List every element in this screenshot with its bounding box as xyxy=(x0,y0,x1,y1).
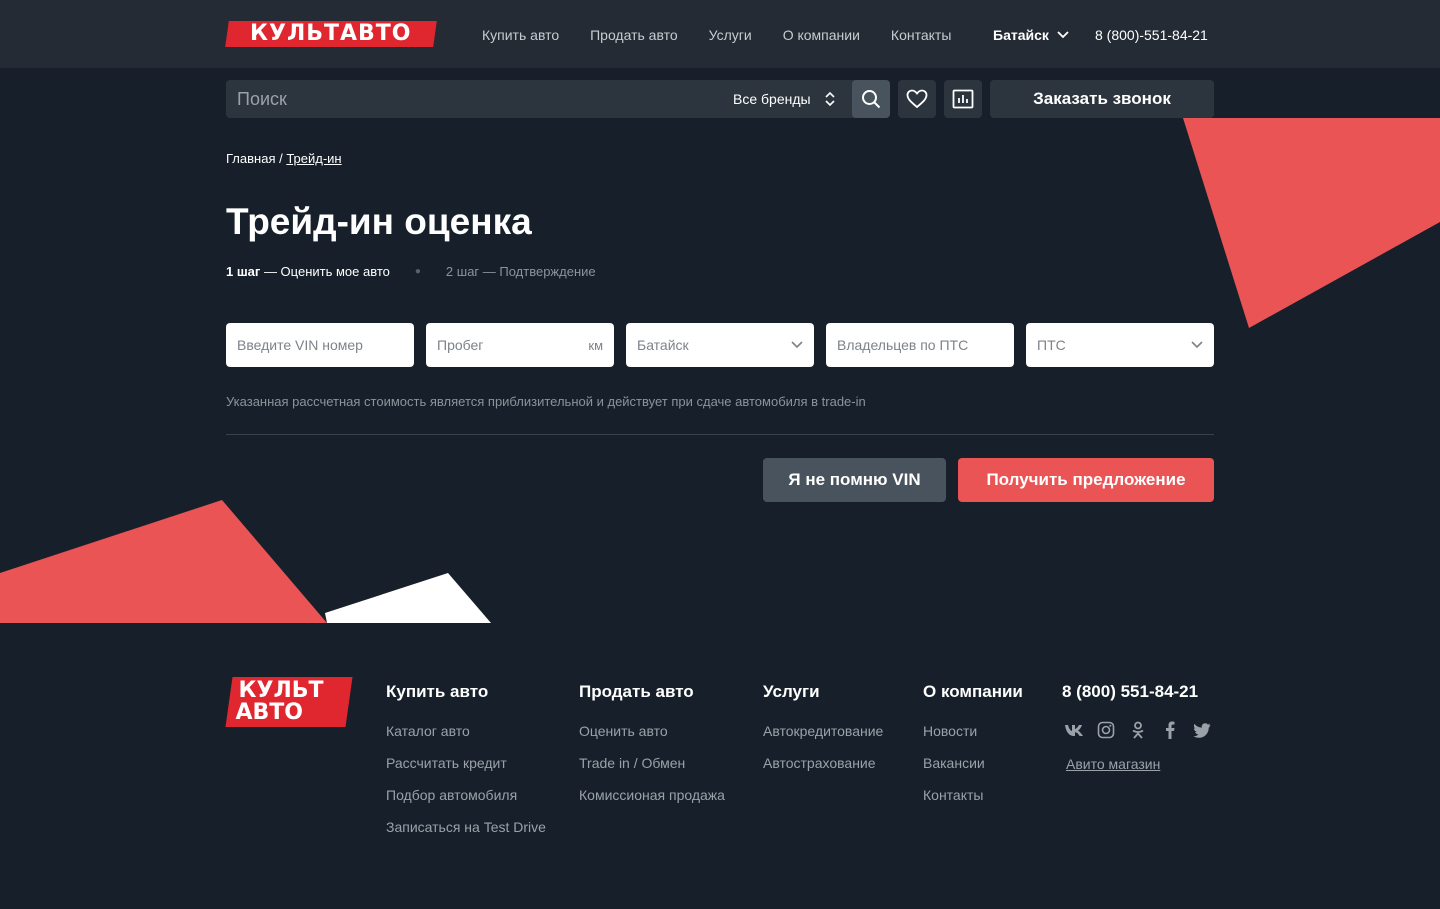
vk-icon[interactable] xyxy=(1064,720,1084,740)
chevron-down-icon xyxy=(1057,31,1069,39)
chevron-down-icon xyxy=(791,341,803,349)
footer-phone[interactable]: 8 (800) 551-84-21 xyxy=(1062,682,1198,702)
avito-link[interactable]: Авито магазин xyxy=(1066,756,1160,772)
footer-col-title: Продать авто xyxy=(579,682,694,701)
city-label: Батайск xyxy=(993,27,1049,43)
favorites-button[interactable] xyxy=(898,80,936,118)
logo-text: КУЛЬТАВТО xyxy=(250,21,412,46)
breadcrumb-separator: / xyxy=(275,151,287,166)
footer-col-title: О компании xyxy=(923,682,1023,701)
owners-field[interactable]: Владельцев по ПТС xyxy=(826,323,1014,367)
footer-link[interactable]: Каталог авто xyxy=(386,722,546,740)
social-links xyxy=(1064,720,1212,740)
footer-link[interactable]: Рассчитать кредит xyxy=(386,754,546,772)
mileage-placeholder: Пробег xyxy=(437,337,484,353)
instagram-icon[interactable] xyxy=(1096,720,1116,740)
nav-sell[interactable]: Продать авто xyxy=(590,26,678,44)
nav-about[interactable]: О компании xyxy=(783,26,860,44)
city-selector[interactable]: Батайск xyxy=(993,26,1069,44)
price-note: Указанная рассчетная стоимость является … xyxy=(226,394,866,409)
footer-link[interactable]: Новости xyxy=(923,722,1023,740)
odnoklassniki-icon[interactable] xyxy=(1128,720,1148,740)
decor-triangle-left xyxy=(0,500,327,623)
heart-icon xyxy=(906,89,928,109)
footer-link[interactable]: Оценить авто xyxy=(579,722,725,740)
mileage-field[interactable]: Пробег км xyxy=(426,323,614,367)
twitter-icon[interactable] xyxy=(1192,720,1212,740)
vin-field[interactable]: Введите VIN номер xyxy=(226,323,414,367)
step-1-label: — Оценить мое авто xyxy=(260,264,390,279)
vin-placeholder: Введите VIN номер xyxy=(237,337,363,353)
chevron-down-icon xyxy=(1191,341,1203,349)
footer-col-about: О компании Новости Вакансии Контакты xyxy=(923,682,1023,818)
footer-link[interactable]: Записаться на Test Drive xyxy=(386,818,546,836)
search-button[interactable] xyxy=(852,80,890,118)
breadcrumb: Главная / Трейд-ин xyxy=(226,151,342,166)
chart-icon xyxy=(952,89,974,109)
nav-buy[interactable]: Купить авто xyxy=(482,26,559,44)
footer-link[interactable]: Вакансии xyxy=(923,754,1023,772)
facebook-icon[interactable] xyxy=(1160,720,1180,740)
footer-col-title: Купить авто xyxy=(386,682,489,701)
owners-placeholder: Владельцев по ПТС xyxy=(837,337,969,353)
search-bar: Все бренды xyxy=(226,80,890,118)
footer-link[interactable]: Автокредитование xyxy=(763,722,883,740)
sort-arrows-icon xyxy=(825,91,835,107)
search-input[interactable] xyxy=(226,80,706,118)
footer-link[interactable]: Автострахование xyxy=(763,754,883,772)
divider xyxy=(226,434,1214,435)
no-vin-button[interactable]: Я не помню VIN xyxy=(763,458,946,502)
footer-logo[interactable]: КУЛЬТ АВТО xyxy=(225,677,353,727)
pts-select[interactable]: ПТС xyxy=(1026,323,1214,367)
pts-select-value: ПТС xyxy=(1037,337,1066,353)
decor-triangle-top-right xyxy=(1183,118,1440,328)
brands-select-label: Все бренды xyxy=(733,91,811,107)
footer-link[interactable]: Подбор автомобиля xyxy=(386,786,546,804)
footer-col-services: Услуги Автокредитование Автострахование xyxy=(763,682,883,786)
logo[interactable]: КУЛЬТАВТО xyxy=(225,21,437,47)
step-dot: ● xyxy=(414,266,421,277)
footer-link[interactable]: Контакты xyxy=(923,786,1023,804)
footer-col-sell: Продать авто Оценить авто Trade in / Обм… xyxy=(579,682,725,818)
breadcrumb-home[interactable]: Главная xyxy=(226,151,275,166)
mileage-unit: км xyxy=(588,337,603,353)
footer-col-buy: Купить авто Каталог авто Рассчитать кред… xyxy=(386,682,546,850)
nav-contacts[interactable]: Контакты xyxy=(891,26,951,44)
search-icon xyxy=(862,90,881,109)
callback-button[interactable]: Заказать звонок xyxy=(990,80,1214,118)
nav-services[interactable]: Услуги xyxy=(709,26,752,44)
decor-triangle-white xyxy=(325,573,491,623)
page-title: Трейд-ин оценка xyxy=(226,201,532,242)
city-select-value: Батайск xyxy=(637,337,689,353)
footer-link[interactable]: Trade in / Обмен xyxy=(579,754,725,772)
step-1: 1 шаг — Оценить мое авто xyxy=(226,264,390,279)
footer-col-title: Услуги xyxy=(763,682,820,701)
get-offer-button[interactable]: Получить предложение xyxy=(958,458,1214,502)
city-select[interactable]: Батайск xyxy=(626,323,814,367)
footer-logo-line1: КУЛЬТ xyxy=(238,678,324,703)
footer-link[interactable]: Комиссионая продажа xyxy=(579,786,725,804)
compare-button[interactable] xyxy=(944,80,982,118)
step-2: 2 шаг — Подтверждение xyxy=(445,264,596,279)
brands-select[interactable]: Все бренды xyxy=(733,80,835,118)
breadcrumb-current[interactable]: Трейд-ин xyxy=(286,151,341,166)
steps-indicator: 1 шаг — Оценить мое авто ● 2 шаг — Подтв… xyxy=(226,264,596,279)
header-phone[interactable]: 8 (800)-551-84-21 xyxy=(1095,26,1208,44)
footer-logo-line2: АВТО xyxy=(235,700,303,725)
main-nav: Купить авто Продать авто Услуги О компан… xyxy=(482,26,982,44)
step-1-number: 1 шаг xyxy=(226,264,261,279)
